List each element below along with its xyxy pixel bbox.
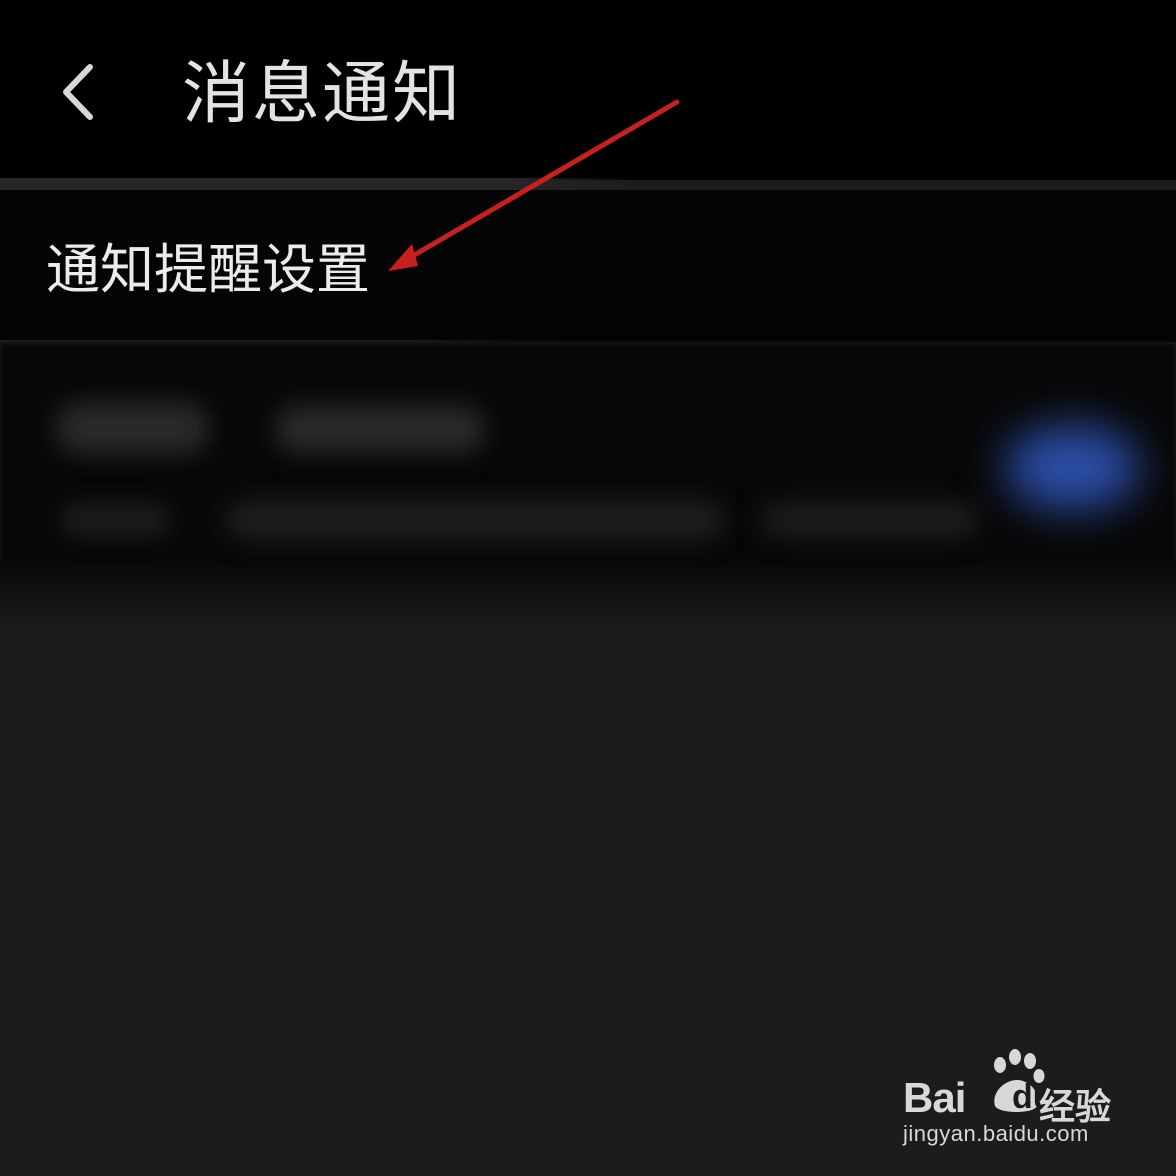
blurred-subtitle-text bbox=[60, 502, 170, 538]
blurred-section-fade bbox=[0, 560, 1176, 630]
back-button[interactable] bbox=[52, 55, 112, 130]
watermark-bai-text: Bai bbox=[903, 1074, 966, 1121]
blurred-toggle-switch[interactable] bbox=[1005, 425, 1140, 510]
chevron-left-icon bbox=[63, 64, 93, 120]
blurred-title-text bbox=[55, 402, 210, 454]
notification-settings-screen: 消息通知 通知提醒设置 Bai du 经验 jingyan.baidu.com bbox=[0, 0, 1176, 1176]
blurred-subtitle-text bbox=[760, 502, 980, 538]
blurred-subtitle-text bbox=[225, 500, 725, 540]
baidu-jingyan-watermark: Bai du 经验 jingyan.baidu.com bbox=[895, 1048, 1135, 1158]
blurred-title-text bbox=[275, 405, 485, 453]
app-header: 消息通知 bbox=[0, 0, 1176, 180]
watermark-url: jingyan.baidu.com bbox=[903, 1121, 1089, 1146]
settings-item-label: 通知提醒设置 bbox=[46, 238, 370, 301]
page-title: 消息通知 bbox=[182, 55, 463, 134]
header-divider bbox=[0, 178, 640, 190]
